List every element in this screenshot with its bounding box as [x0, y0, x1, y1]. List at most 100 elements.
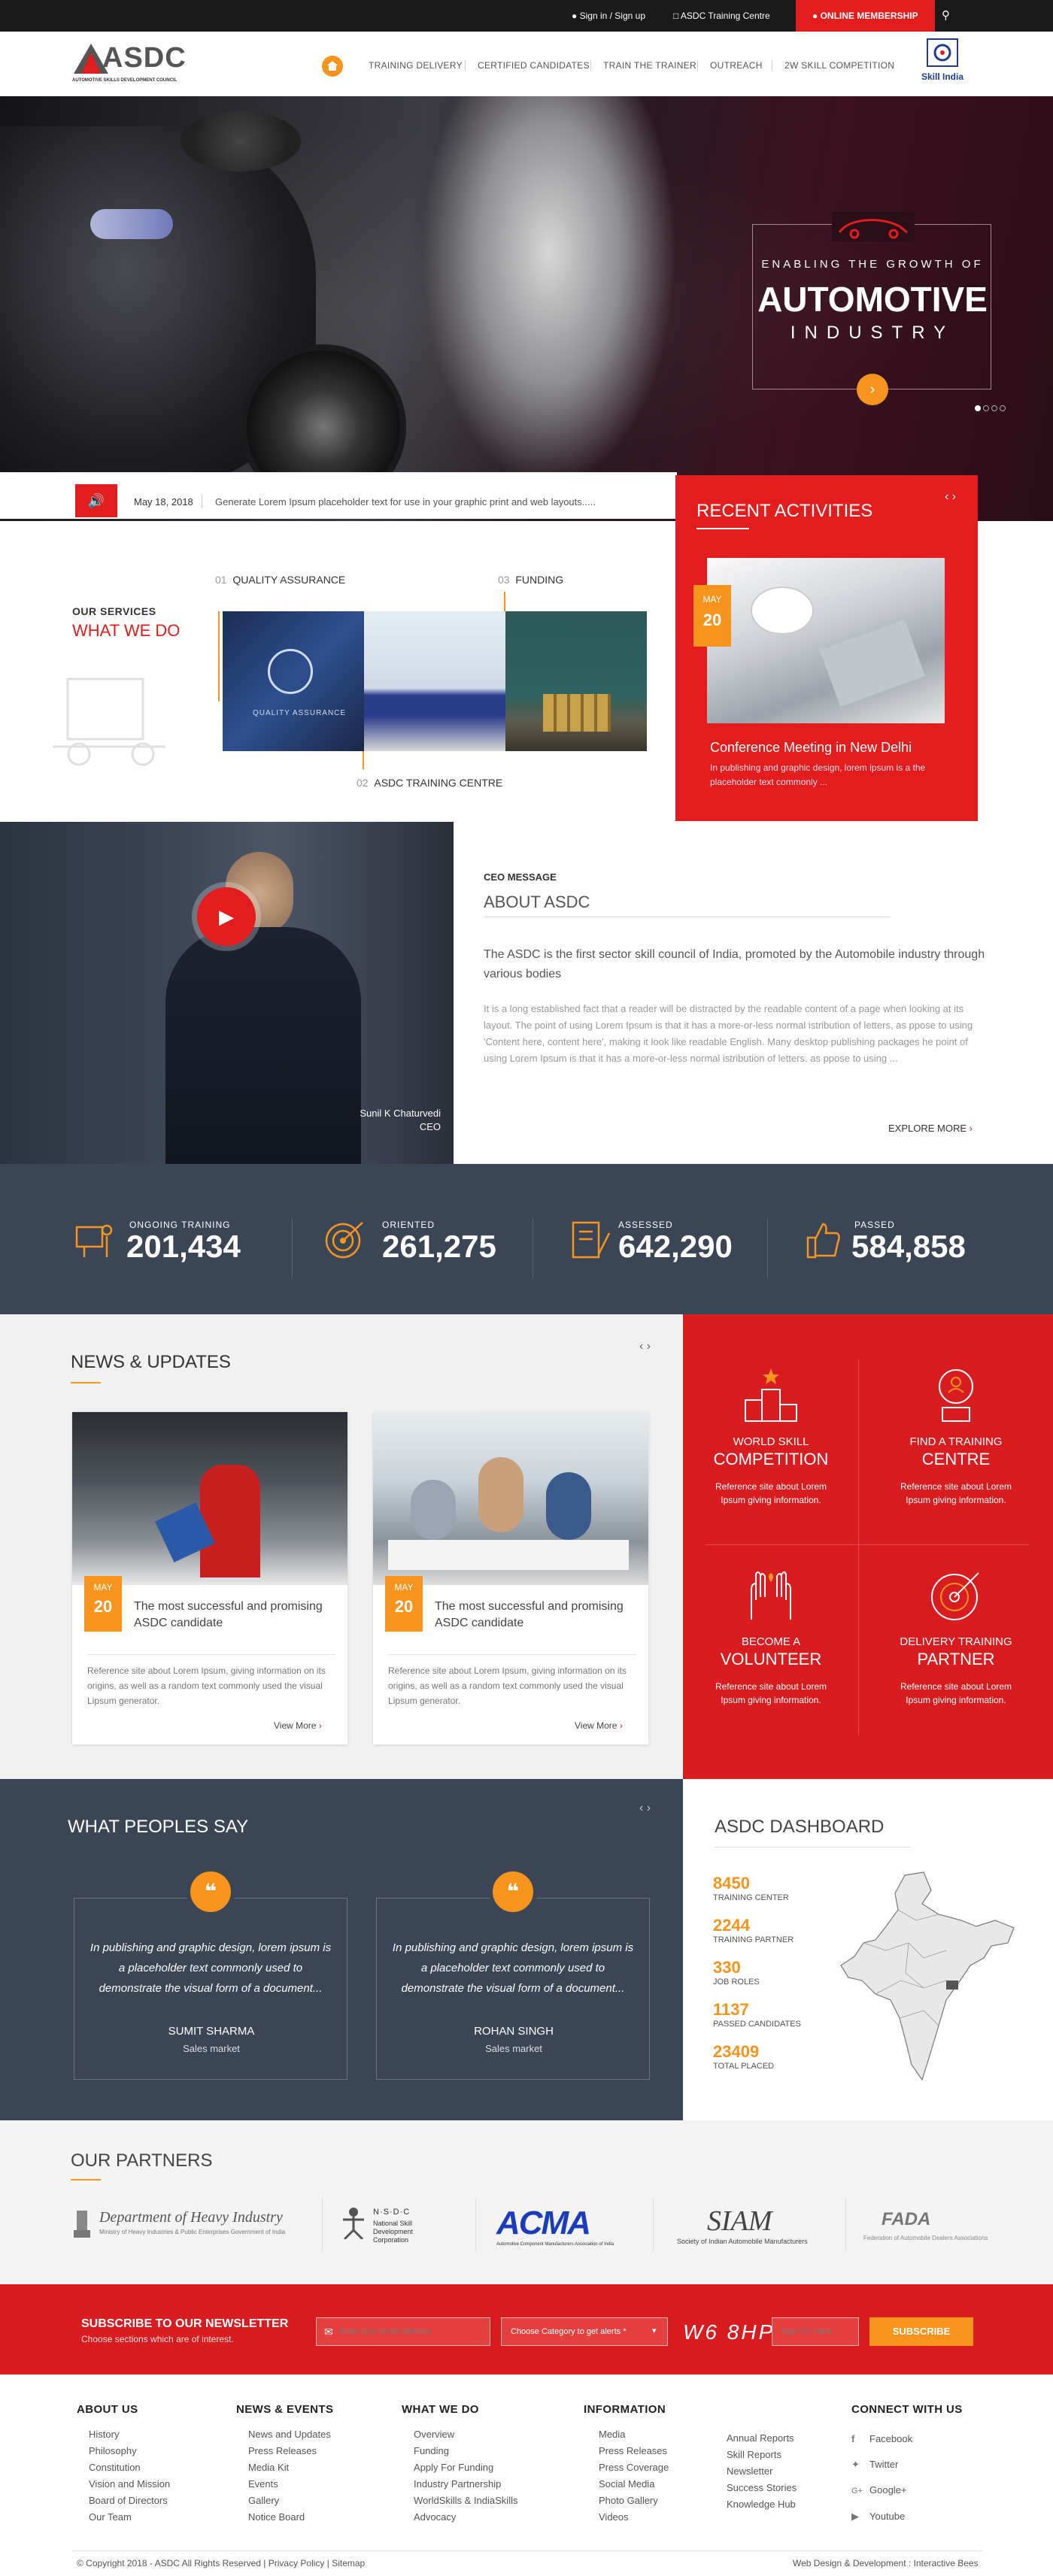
dashboard-label: PASSED CANDIDATES [713, 2020, 801, 2029]
footer-link[interactable]: History [89, 2426, 170, 2443]
testimonial-name: SUMIT SHARMA [168, 2025, 255, 2038]
quote-icon: ❝ [187, 1868, 235, 1916]
explore-more-link[interactable]: EXPLORE MORE › [888, 1123, 973, 1134]
twitter-link[interactable]: ✦ Twitter [851, 2452, 963, 2478]
ceo-role: CEO [419, 1121, 441, 1132]
footer-link[interactable]: Industry Partnership [414, 2476, 517, 2493]
footer-link[interactable]: Board of Directors [89, 2493, 170, 2509]
category-select[interactable]: Choose Category to get alerts * ▾ [501, 2317, 668, 2346]
youtube-link[interactable]: ▶ Youtube [851, 2504, 963, 2529]
footer-link[interactable]: Skill Reports [727, 2447, 797, 2463]
training-icon [75, 1224, 113, 1257]
nav-item-certified-candidates[interactable]: CERTIFIED CANDIDATES [478, 60, 590, 71]
service-item-funding[interactable]: 03 FUNDING [498, 574, 563, 586]
service-num: 02 [357, 777, 369, 789]
feature-volunteer[interactable]: BECOME A VOLUNTEER Reference site about … [683, 1567, 859, 1707]
india-map[interactable] [833, 1868, 1021, 2093]
footer-col-about: ABOUT US History Philosophy Constitution… [77, 2403, 170, 2526]
news-card[interactable]: MAY 20 The most successful and promising… [72, 1412, 347, 1744]
target-icon [325, 1222, 363, 1259]
footer-link[interactable]: Vision and Mission [89, 2476, 170, 2493]
nav-item-training-delivery[interactable]: TRAINING DELIVERY [369, 60, 463, 71]
footer-link[interactable]: Our Team [89, 2509, 170, 2526]
footer-link[interactable]: Constitution [89, 2459, 170, 2476]
footer-link[interactable]: Media Kit [248, 2459, 333, 2476]
training-centre-link[interactable]: □ ASDC Training Centre [673, 0, 770, 32]
feature-desc: Reference site about Lorem Ipsum giving … [715, 1681, 827, 1705]
footer-link[interactable]: News and Updates [248, 2426, 333, 2443]
view-more-link[interactable]: View More › [575, 1720, 623, 1731]
partner-logo-acma[interactable]: ACMA Automotive Component Manufacturers … [496, 2205, 632, 2250]
captcha-field[interactable] [772, 2317, 859, 2346]
footer-link[interactable]: Apply For Funding [414, 2459, 517, 2476]
hero-next-arrow-icon[interactable]: › [857, 374, 888, 405]
recent-arrows[interactable]: ‹ › [945, 490, 956, 504]
news-arrows[interactable]: ‹ › [639, 1340, 651, 1353]
online-membership-button[interactable]: ● ONLINE MEMBERSHIP [796, 0, 935, 32]
footer-link[interactable]: Social Media [599, 2476, 669, 2493]
nav-item-outreach[interactable]: OUTREACH [710, 60, 763, 71]
ticker-text[interactable]: Generate Lorem Ipsum placeholder text fo… [215, 496, 596, 508]
testimonials-arrows[interactable]: ‹ › [639, 1802, 651, 1815]
home-icon[interactable] [322, 56, 343, 77]
partner-logo-nsdc[interactable]: N·S·D·C National Skill Development Corpo… [338, 2206, 451, 2251]
feature-find-training-centre[interactable]: FIND A TRAINING CENTRE Reference site ab… [859, 1367, 1053, 1507]
subscribe-button[interactable]: SUBSCRIBE [869, 2317, 973, 2346]
search-icon[interactable]: ⚲ [942, 0, 950, 32]
footer-link[interactable]: Videos [599, 2509, 669, 2526]
hero-pagination[interactable] [975, 402, 1006, 415]
facebook-link[interactable]: f Facebook [851, 2426, 963, 2452]
recent-headline[interactable]: Conference Meeting in New Delhi [710, 740, 912, 756]
quality-assurance-image[interactable]: QUALITY ASSURANCE [223, 611, 364, 751]
testimonials-section: WHAT PEOPLES SAY ‹ › In publishing and g… [0, 1779, 683, 2120]
signin-link[interactable]: ● Sign in / Sign up [572, 0, 645, 32]
footer-link[interactable]: Annual Reports [727, 2430, 797, 2447]
footer-link[interactable]: Notice Board [248, 2509, 333, 2526]
footer-link[interactable]: Funding [414, 2443, 517, 2459]
footer-link[interactable]: Philosophy [89, 2443, 170, 2459]
credit-text[interactable]: Web Design & Development : Interactive B… [793, 2558, 979, 2568]
email-input[interactable] [339, 2325, 487, 2338]
footer-heading: CONNECT WITH US [851, 2403, 963, 2416]
partner-logo-siam[interactable]: SIAM Society of Indian Automobile Manufa… [677, 2205, 835, 2250]
asdc-logo[interactable]: ASDC AUTOMOTIVE SKILLS DEVELOPMENT COUNC… [72, 42, 208, 87]
mail-icon: ✉ [324, 2326, 333, 2338]
nav-item-2w-skill-competition[interactable]: 2W SKILL COMPETITION [784, 60, 894, 71]
partner-logo-fada[interactable]: FADA Federation of Automobile Dealers As… [863, 2209, 1014, 2254]
about-lead: The ASDC is the first sector skill counc… [484, 948, 985, 980]
news-card[interactable]: MAY 20 The most successful and promising… [373, 1412, 648, 1744]
feature-world-skill[interactable]: WORLD SKILL COMPETITION Reference site a… [683, 1367, 859, 1507]
conference-image[interactable] [707, 558, 945, 723]
service-item-quality-assurance[interactable]: 01 QUALITY ASSURANCE [215, 574, 345, 586]
play-video-icon[interactable]: ▶ [197, 887, 256, 946]
footer-link[interactable]: Photo Gallery [599, 2493, 669, 2509]
footer-link[interactable]: Press Releases [599, 2443, 669, 2459]
footer-link[interactable]: Success Stories [727, 2480, 797, 2496]
footer-link[interactable]: Media [599, 2426, 669, 2443]
footer-link[interactable]: Press Coverage [599, 2459, 669, 2476]
nav-item-train-the-trainer[interactable]: TRAIN THE TRAINER [603, 60, 696, 71]
footer-link[interactable]: Press Releases [248, 2443, 333, 2459]
partner-logo-dhi[interactable]: Department of Heavy Industry Ministry of… [72, 2208, 298, 2253]
feature-delivery-partner[interactable]: DELIVERY TRAINING PARTNER Reference site… [859, 1567, 1053, 1707]
chevron-right-icon: › [969, 1123, 973, 1134]
footer-link[interactable]: Gallery [248, 2493, 333, 2509]
quality-image-caption: QUALITY ASSURANCE [253, 709, 347, 717]
footer-link[interactable]: Knowledge Hub [727, 2496, 797, 2513]
training-centre-image[interactable] [364, 611, 505, 751]
google-plus-link[interactable]: G+ Google+ [851, 2478, 963, 2504]
footer-link[interactable]: Events [248, 2476, 333, 2493]
about-section: CEO MESSAGE ABOUT ASDC The ASDC is the f… [454, 822, 1053, 1164]
email-field[interactable]: ✉ [316, 2317, 490, 2346]
footer-link[interactable]: Newsletter [727, 2463, 797, 2480]
view-more-link[interactable]: View More › [274, 1720, 322, 1731]
footer-link[interactable]: WorldSkills & IndiaSkills [414, 2493, 517, 2509]
services-section: OUR SERVICES WHAT WE DO 01 QUALITY ASSUR… [0, 521, 677, 822]
footer-link[interactable]: Overview [414, 2426, 517, 2443]
skill-india-logo[interactable]: Skill India [918, 38, 967, 92]
funding-image[interactable] [505, 611, 647, 751]
captcha-input[interactable] [780, 2325, 852, 2338]
dashboard-label: TRAINING PARTNER [713, 1935, 794, 1944]
service-item-training-centre[interactable]: 02 ASDC TRAINING CENTRE [357, 777, 502, 789]
footer-link[interactable]: Advocacy [414, 2509, 517, 2526]
